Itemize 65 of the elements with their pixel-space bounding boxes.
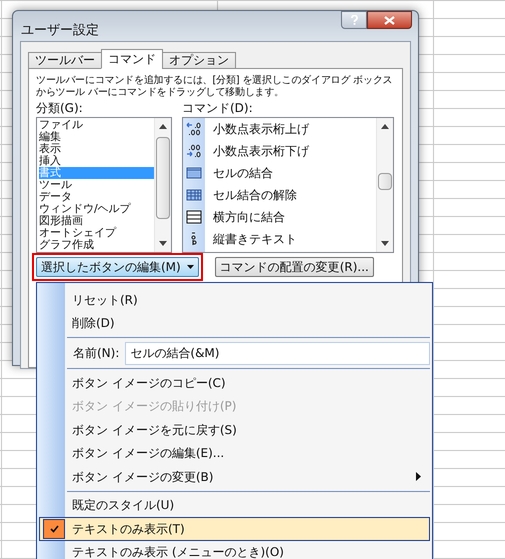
command-item[interactable]: 小数点表示桁下げ: [213, 142, 309, 160]
merge-cells-icon: [186, 164, 202, 180]
menu-item[interactable]: ボタン イメージのコピー(C): [39, 371, 430, 394]
help-button[interactable]: [341, 11, 367, 29]
command-label: コマンド(D):: [182, 100, 254, 114]
menu-item[interactable]: リセット(R): [39, 288, 430, 312]
menu-item[interactable]: ボタン イメージを元に戻す(S): [39, 418, 430, 442]
dropdown-caret-icon: [186, 264, 194, 268]
name-label: 名前(N):: [73, 345, 120, 362]
scrollbar[interactable]: [154, 118, 171, 252]
category-item[interactable]: オートシェイプ: [39, 226, 154, 238]
scroll-thumb[interactable]: [156, 136, 170, 218]
scroll-up-icon[interactable]: [159, 124, 167, 128]
category-item[interactable]: ツール: [39, 178, 154, 190]
menu-item-label: リセット(R): [71, 292, 139, 309]
menu-item-label: 既定のスタイル(U): [71, 497, 176, 514]
tab[interactable]: ツールバー: [28, 52, 102, 68]
edit-button-dropdown[interactable]: 選択したボタンの編集(M): [36, 256, 199, 276]
menu-item-label: ボタン イメージのコピー(C): [71, 374, 227, 392]
scroll-down-icon[interactable]: [381, 240, 389, 246]
menu-item[interactable]: ボタン イメージの変更(B): [39, 465, 430, 488]
decimal-decrease-icon: [186, 142, 202, 158]
command-item[interactable]: 小数点表示桁上げ: [213, 120, 309, 138]
menu-item[interactable]: テキストのみ表示(T): [39, 517, 430, 540]
tab[interactable]: オプション: [162, 52, 236, 68]
category-item[interactable]: データ: [39, 190, 154, 202]
category-item[interactable]: 挿入: [39, 154, 154, 166]
decimal-increase-icon: [186, 120, 202, 136]
category-item[interactable]: グラフ作成: [39, 238, 154, 250]
command-item[interactable]: セル結合の解除: [213, 186, 297, 204]
menu-item[interactable]: 削除(D): [39, 312, 430, 335]
category-item[interactable]: ウィンドウ/ヘルプ: [39, 202, 154, 214]
menu-item-label: ボタン イメージの編集(E)...: [71, 445, 226, 462]
scroll-up-icon[interactable]: [381, 124, 389, 128]
name-field[interactable]: セルの結合(&M): [125, 342, 430, 364]
menu-item-label: 削除(D): [71, 315, 116, 332]
menu-item-label: テキストのみ表示 (メニューのとき)(O): [71, 544, 285, 559]
menu-item[interactable]: ボタン イメージの編集(E)...: [39, 442, 430, 465]
scroll-down-icon[interactable]: [159, 240, 167, 246]
menu-item[interactable]: 既定のスタイル(U): [39, 494, 430, 517]
category-label: 分類(G):: [36, 100, 84, 114]
submenu-arrow-icon: [416, 472, 421, 482]
help-icon: [350, 15, 358, 25]
menu-item-label: ボタン イメージを元に戻す(S): [71, 422, 238, 439]
category-item[interactable]: 表示: [39, 142, 154, 154]
scroll-thumb[interactable]: [378, 172, 392, 190]
rearrange-commands-button[interactable]: コマンドの配置の変更(R)...: [214, 256, 374, 276]
close-button[interactable]: [367, 11, 412, 29]
table-rows-icon: [186, 208, 202, 224]
scrollbar[interactable]: [376, 118, 393, 252]
category-item[interactable]: ファイル: [39, 118, 154, 130]
window-title: ユーザー設定: [21, 22, 99, 40]
command-item[interactable]: セルの結合: [213, 164, 273, 182]
close-icon: [384, 16, 395, 24]
category-item[interactable]: 図形描画: [39, 214, 154, 226]
menu-item-label: テキストのみ表示(T): [71, 520, 186, 538]
command-item[interactable]: 横方向に結合: [213, 208, 285, 226]
command-item[interactable]: 縦書きテキスト: [213, 230, 297, 248]
category-item[interactable]: 編集: [39, 130, 154, 142]
menu-item-label: ボタン イメージの変更(B): [71, 468, 214, 486]
tab[interactable]: コマンド: [101, 48, 163, 68]
unmerge-cells-icon: [186, 186, 202, 202]
instruction-text: ツールバーにコマンドを追加するには、[分類] を選択しこのダイアログ ボックスからツール バーにコマンドをドラッグして移動します。: [36, 74, 394, 98]
menu-item-label: ボタン イメージの貼り付け(P): [71, 398, 238, 416]
menu-item[interactable]: テキストのみ表示 (メニューのとき)(O): [39, 540, 430, 559]
